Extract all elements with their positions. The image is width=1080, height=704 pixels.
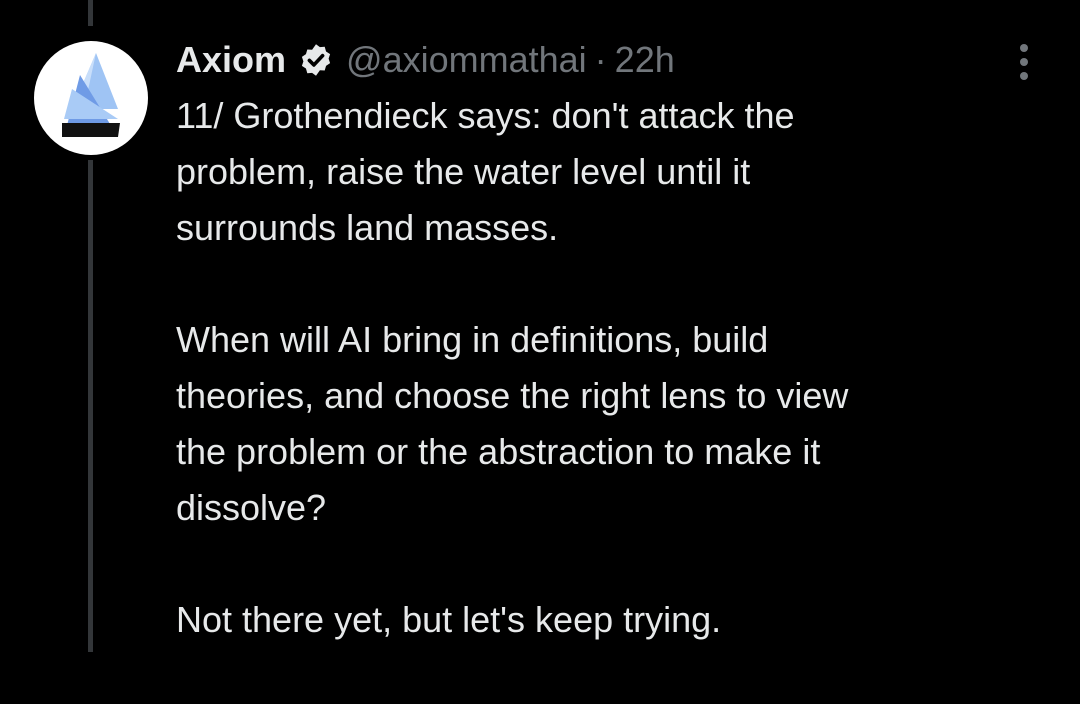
avatar[interactable] xyxy=(34,41,148,155)
thread-line-bottom xyxy=(88,160,93,652)
axiom-logo-icon xyxy=(62,53,120,137)
display-name[interactable]: Axiom xyxy=(176,39,286,81)
handle[interactable]: @axiommathai xyxy=(346,39,587,81)
verified-badge-icon xyxy=(301,44,331,76)
tweet-header: Axiom @axiommathai · 22h xyxy=(176,38,675,82)
thread-line-top xyxy=(88,0,93,26)
separator-dot: · xyxy=(594,39,607,80)
tweet-paragraph: Not there yet, but let's keep trying. xyxy=(176,599,722,640)
tweet-paragraph: When will AI bring in definitions, build… xyxy=(176,319,849,528)
tweet-body: 11/ Grothendieck says: don't attack the … xyxy=(176,88,1056,704)
more-dot-icon xyxy=(1020,72,1028,80)
more-options-button[interactable] xyxy=(1010,42,1038,82)
timestamp[interactable]: 22h xyxy=(615,39,675,81)
tweet-paragraph: 11/ Grothendieck says: don't attack the … xyxy=(176,95,795,248)
more-dot-icon xyxy=(1020,58,1028,66)
more-dot-icon xyxy=(1020,44,1028,52)
